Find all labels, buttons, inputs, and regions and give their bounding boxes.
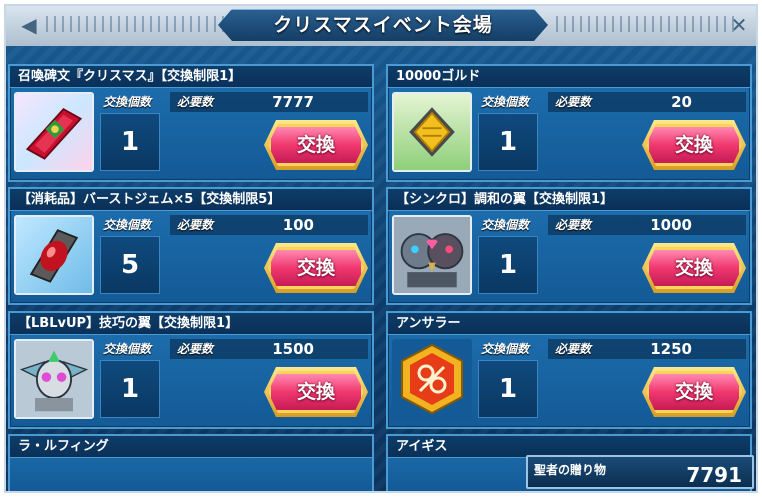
shop-screen: ◀ クリスマスイベント会場 ✕ 召喚碑文『クリスマス』【交換制限1】 交換個数 … (4, 4, 758, 493)
qty-label: 交換個数 (103, 95, 152, 109)
qty-label: 交換個数 (481, 95, 530, 109)
need-value: 20 (671, 93, 692, 111)
item-card-partial: ラ・ルフィング (8, 434, 374, 491)
item-title: 【LBLvUP】技巧の翼【交換制限1】 (18, 316, 239, 331)
item-title: アイギス (396, 439, 448, 454)
need-label: 必要数 (177, 218, 214, 232)
need-value: 100 (282, 216, 314, 234)
skill-wing-icon (14, 339, 94, 419)
item-title: 召喚碑文『クリスマス』【交換制限1】 (18, 69, 242, 84)
exchange-button[interactable]: 交換 (646, 247, 742, 289)
item-title: 10000ゴルド (396, 69, 481, 84)
qty-value[interactable]: 5 (100, 236, 160, 294)
header-bar: ◀ クリスマスイベント会場 ✕ (6, 6, 756, 46)
exchange-button[interactable]: 交換 (268, 124, 364, 166)
item-card-skill-wing: 【LBLvUP】技巧の翼【交換制限1】 交換個数 必要数 1500 1 交換 (8, 311, 374, 429)
item-card-answerer: アンサラー 交換個数 必要数 1250 1 交換 (386, 311, 752, 429)
burst-gem-icon (14, 215, 94, 295)
qty-value[interactable]: 1 (478, 236, 538, 294)
currency-label: 聖者の贈り物 (534, 463, 607, 477)
qty-label: 交換個数 (481, 218, 530, 232)
item-title: アンサラー (396, 316, 461, 331)
page-title: クリスマスイベント会場 (273, 14, 493, 36)
back-button[interactable]: ◀ (14, 12, 44, 38)
need-label: 必要数 (555, 342, 592, 356)
item-card-christmas-inscription: 召喚碑文『クリスマス』【交換制限1】 交換個数 必要数 7777 1 交換 (8, 64, 374, 182)
item-card-gold: 10000ゴルド 交換個数 必要数 20 1 交換 (386, 64, 752, 182)
item-title: 【消耗品】バーストジェム×5【交換制限5】 (18, 192, 281, 207)
exchange-button[interactable]: 交換 (646, 124, 742, 166)
qty-value[interactable]: 1 (478, 113, 538, 171)
need-value: 1000 (650, 216, 692, 234)
qty-value[interactable]: 1 (100, 360, 160, 418)
qty-label: 交換個数 (103, 342, 152, 356)
need-label: 必要数 (177, 342, 214, 356)
item-title: ラ・ルフィング (18, 439, 109, 454)
header-decoration-left (46, 16, 226, 32)
exchange-button[interactable]: 交換 (268, 247, 364, 289)
need-value: 1500 (272, 340, 314, 358)
need-value: 1250 (650, 340, 692, 358)
qty-value[interactable]: 1 (100, 113, 160, 171)
harmony-wing-icon (392, 215, 472, 295)
need-label: 必要数 (177, 95, 214, 109)
exchange-button[interactable]: 交換 (268, 371, 364, 413)
currency-display: 聖者の贈り物 7791 (526, 455, 754, 489)
close-button[interactable]: ✕ (724, 12, 754, 38)
exchange-button[interactable]: 交換 (646, 371, 742, 413)
answerer-emblem-icon (392, 339, 472, 419)
item-card-harmony-wing: 【シンクロ】調和の翼【交換制限1】 交換個数 必要数 1000 1 交換 (386, 187, 752, 305)
need-value: 7777 (272, 93, 314, 111)
game-frame: ◀ クリスマスイベント会場 ✕ 召喚碑文『クリスマス』【交換制限1】 交換個数 … (0, 0, 762, 497)
header-decoration-right (556, 16, 736, 32)
qty-value[interactable]: 1 (478, 360, 538, 418)
qty-label: 交換個数 (103, 218, 152, 232)
need-label: 必要数 (555, 95, 592, 109)
need-label: 必要数 (555, 218, 592, 232)
gold-coin-icon (392, 92, 472, 172)
item-card-burst-gem: 【消耗品】バーストジェム×5【交換制限5】 交換個数 必要数 100 5 交換 (8, 187, 374, 305)
currency-value: 7791 (686, 463, 742, 487)
item-title: 【シンクロ】調和の翼【交換制限1】 (396, 192, 614, 207)
qty-label: 交換個数 (481, 342, 530, 356)
christmas-inscription-icon (14, 92, 94, 172)
